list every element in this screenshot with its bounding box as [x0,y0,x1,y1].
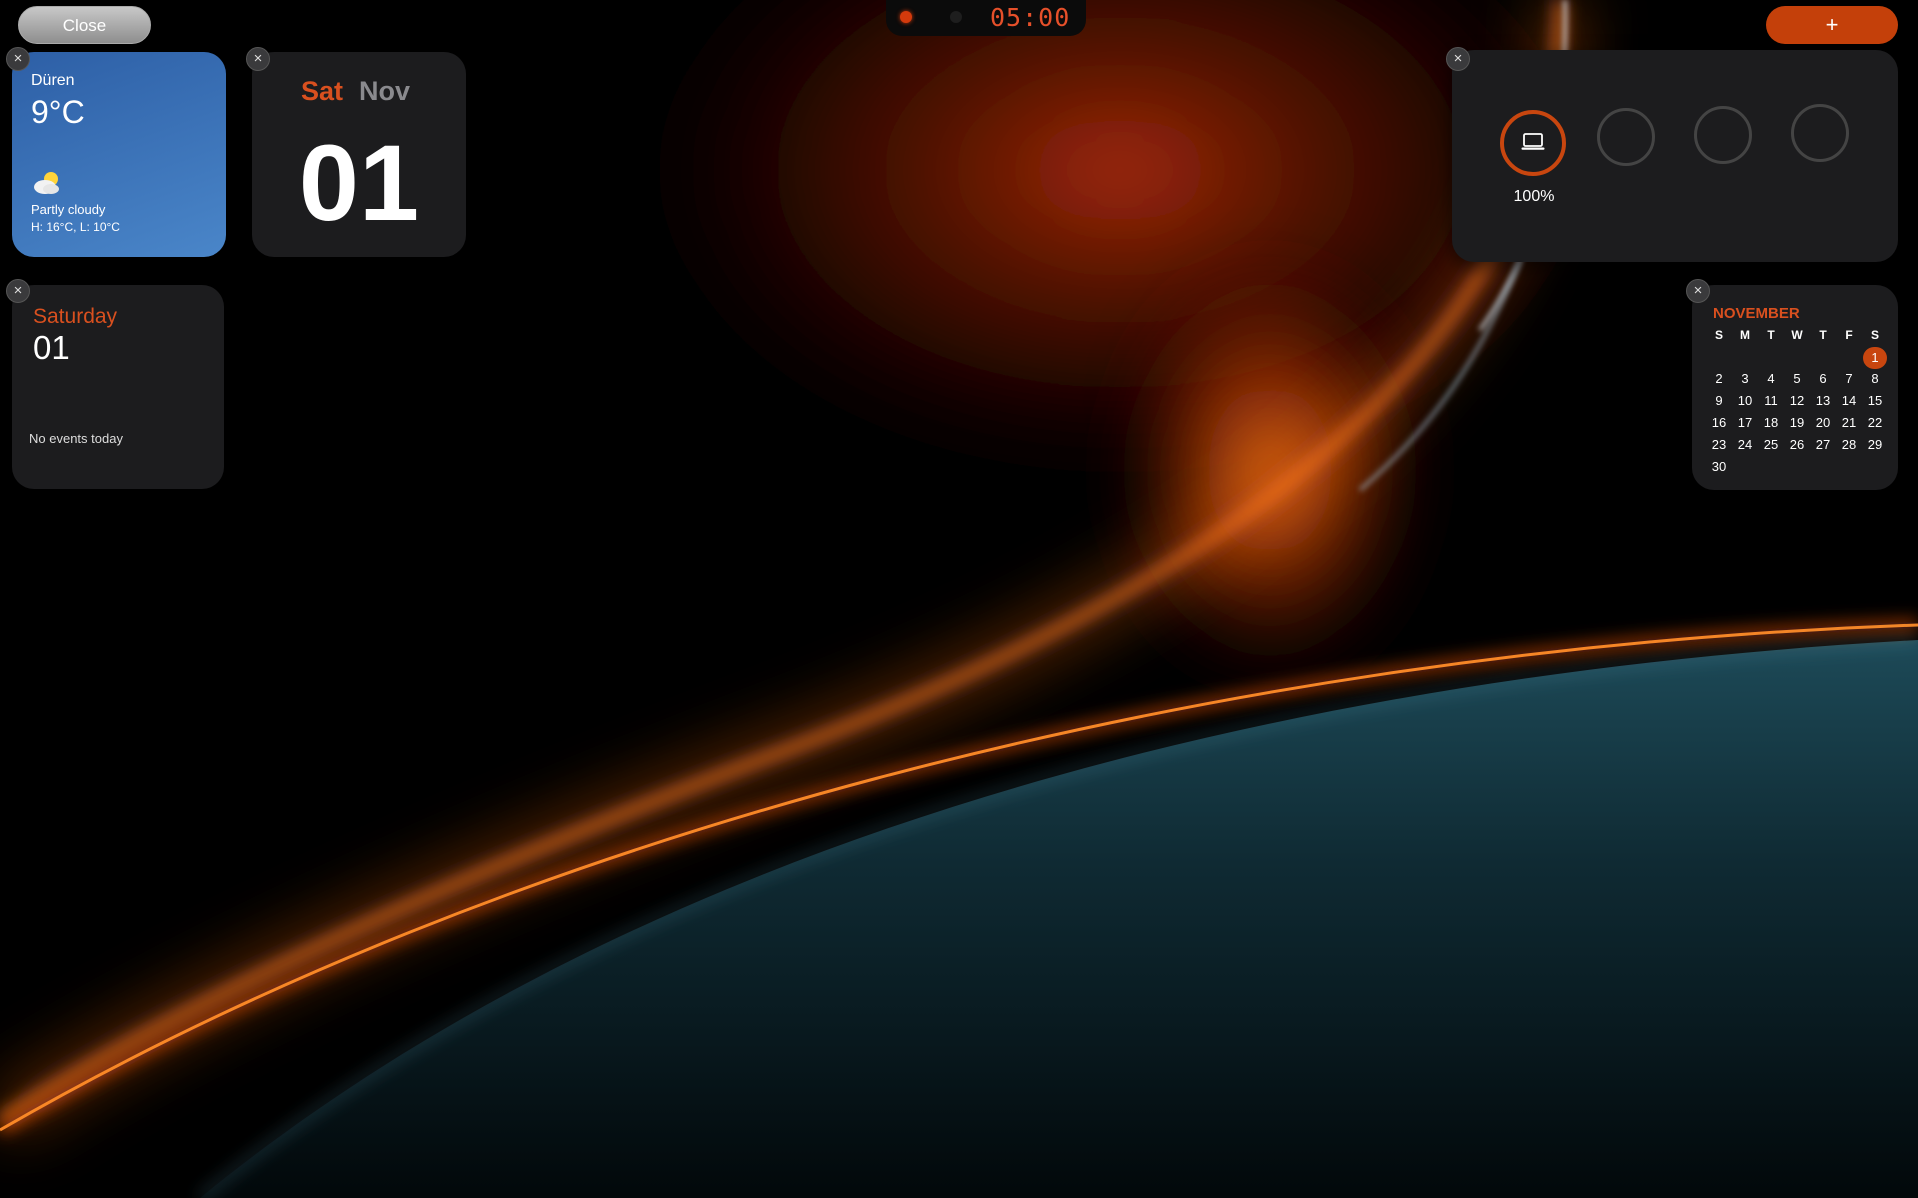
calendar-weekday-label: F [1845,328,1853,342]
calendar-day [1836,347,1862,369]
laptop-icon [1521,133,1545,150]
calendar-weekday-label: T [1767,328,1775,342]
calendar-week-row: 1 [1706,347,1894,369]
battery-percent: 100% [1513,188,1555,205]
calendar-day[interactable]: 11 [1758,391,1784,413]
remove-calendar-widget-button[interactable]: × [1686,279,1710,303]
weather-city: Düren [31,72,75,89]
calendar-day[interactable]: 19 [1784,413,1810,435]
today-highlight: 1 [1863,347,1887,369]
battery-ring-empty [1791,104,1849,162]
events-widget[interactable]: Saturday 01 No events today [12,285,224,489]
calendar-day[interactable]: 16 [1706,413,1732,435]
calendar-month: NOVEMBER [1713,305,1800,322]
remove-battery-widget-button[interactable]: × [1446,47,1470,71]
calendar-day [1732,457,1758,479]
calendar-day[interactable]: 4 [1758,369,1784,391]
calendar-day[interactable]: 21 [1836,413,1862,435]
calendar-day[interactable]: 12 [1784,391,1810,413]
weather-temperature: 9°C [31,94,85,130]
calendar-day[interactable]: 14 [1836,391,1862,413]
calendar-day[interactable]: 2 [1706,369,1732,391]
calendar-week-row: 23 24 25 26 27 28 29 [1706,435,1894,457]
calendar-day[interactable]: 24 [1732,435,1758,457]
calendar-day[interactable]: 10 [1732,391,1758,413]
add-widget-button[interactable]: + [1766,6,1898,44]
calendar-day[interactable]: 3 [1732,369,1758,391]
calendar-day[interactable]: 17 [1732,413,1758,435]
calendar-day-today[interactable]: 1 [1862,347,1888,369]
calendar-day[interactable]: 7 [1836,369,1862,391]
calendar-weekday-label: W [1791,328,1803,342]
calendar-day[interactable]: 15 [1862,391,1888,413]
calendar-grid: S M T W T F S 1 2 3 4 5 6 7 8 9 10 11 12 13 14 15 16 17 18 19 20 21… [1706,325,1894,479]
calendar-weekday-label: M [1740,328,1750,342]
battery-ring-laptop [1500,110,1566,176]
timer-bar: 05:00 [886,0,1086,36]
remove-date-widget-button[interactable]: × [246,47,270,71]
timer-display: 05:00 [990,3,1071,32]
calendar-day[interactable]: 8 [1862,369,1888,391]
date-day: 01 [298,122,420,243]
battery-ring-empty [1694,106,1752,164]
close-button[interactable]: Close [18,6,151,44]
calendar-week-row: 9 10 11 12 13 14 15 [1706,391,1894,413]
calendar-day[interactable]: 29 [1862,435,1888,457]
calendar-day [1784,347,1810,369]
calendar-weekday-label: S [1714,328,1723,342]
calendar-day[interactable]: 27 [1810,435,1836,457]
calendar-weekday-row: SMTWTFS [1706,325,1894,347]
calendar-day[interactable]: 9 [1706,391,1732,413]
calendar-week-row: 2345678 [1706,369,1894,391]
calendar-day[interactable]: 28 [1836,435,1862,457]
remove-events-widget-button[interactable]: × [6,279,30,303]
calendar-day[interactable]: 30 [1706,457,1732,479]
calendar-day [1758,347,1784,369]
battery-ring-empty [1597,108,1655,166]
calendar-weekday-label: T [1819,328,1827,342]
calendar-day [1732,347,1758,369]
calendar-day[interactable]: 26 [1784,435,1810,457]
weather-condition: Partly cloudy [31,202,106,217]
calendar-day [1706,347,1732,369]
calendar-day [1810,457,1836,479]
calendar-widget[interactable]: NOVEMBER S M T W T F S 1 2 3 4 5 6 7 8 9 10 11 12 13 14 15 16 1… [1692,285,1898,490]
calendar-day [1784,457,1810,479]
date-month: Nov [359,76,411,106]
remove-weather-widget-button[interactable]: × [6,47,30,71]
weather-widget[interactable]: Düren 9°C Partly cloudy H: 16°C, L: 10°C [12,52,226,257]
calendar-day[interactable]: 25 [1758,435,1784,457]
calendar-day[interactable]: 20 [1810,413,1836,435]
calendar-weekday-label: S [1870,328,1879,342]
partly-cloudy-icon [34,172,59,194]
calendar-day[interactable]: 23 [1706,435,1732,457]
calendar-day[interactable]: 18 [1758,413,1784,435]
calendar-day [1758,457,1784,479]
events-day: 01 [33,329,70,366]
calendar-day[interactable]: 5 [1784,369,1810,391]
battery-widget[interactable]: 100% [1452,50,1898,262]
date-weekday: Sat [301,76,344,106]
weather-high-low: H: 16°C, L: 10°C [31,220,120,234]
record-indicator-icon[interactable] [900,11,912,23]
calendar-day [1862,457,1888,479]
inactive-indicator-icon[interactable] [950,11,962,23]
calendar-day [1810,347,1836,369]
calendar-week-row: 30 [1706,457,1894,479]
calendar-day[interactable]: 22 [1862,413,1888,435]
calendar-day[interactable]: 6 [1810,369,1836,391]
calendar-day [1836,457,1862,479]
events-weekday: Saturday [33,305,118,328]
calendar-day[interactable]: 13 [1810,391,1836,413]
events-empty-text: No events today [29,431,123,446]
calendar-week-row: 16 17 18 19 20 21 22 [1706,413,1894,435]
date-widget[interactable]: Sat Nov 01 [252,52,466,257]
